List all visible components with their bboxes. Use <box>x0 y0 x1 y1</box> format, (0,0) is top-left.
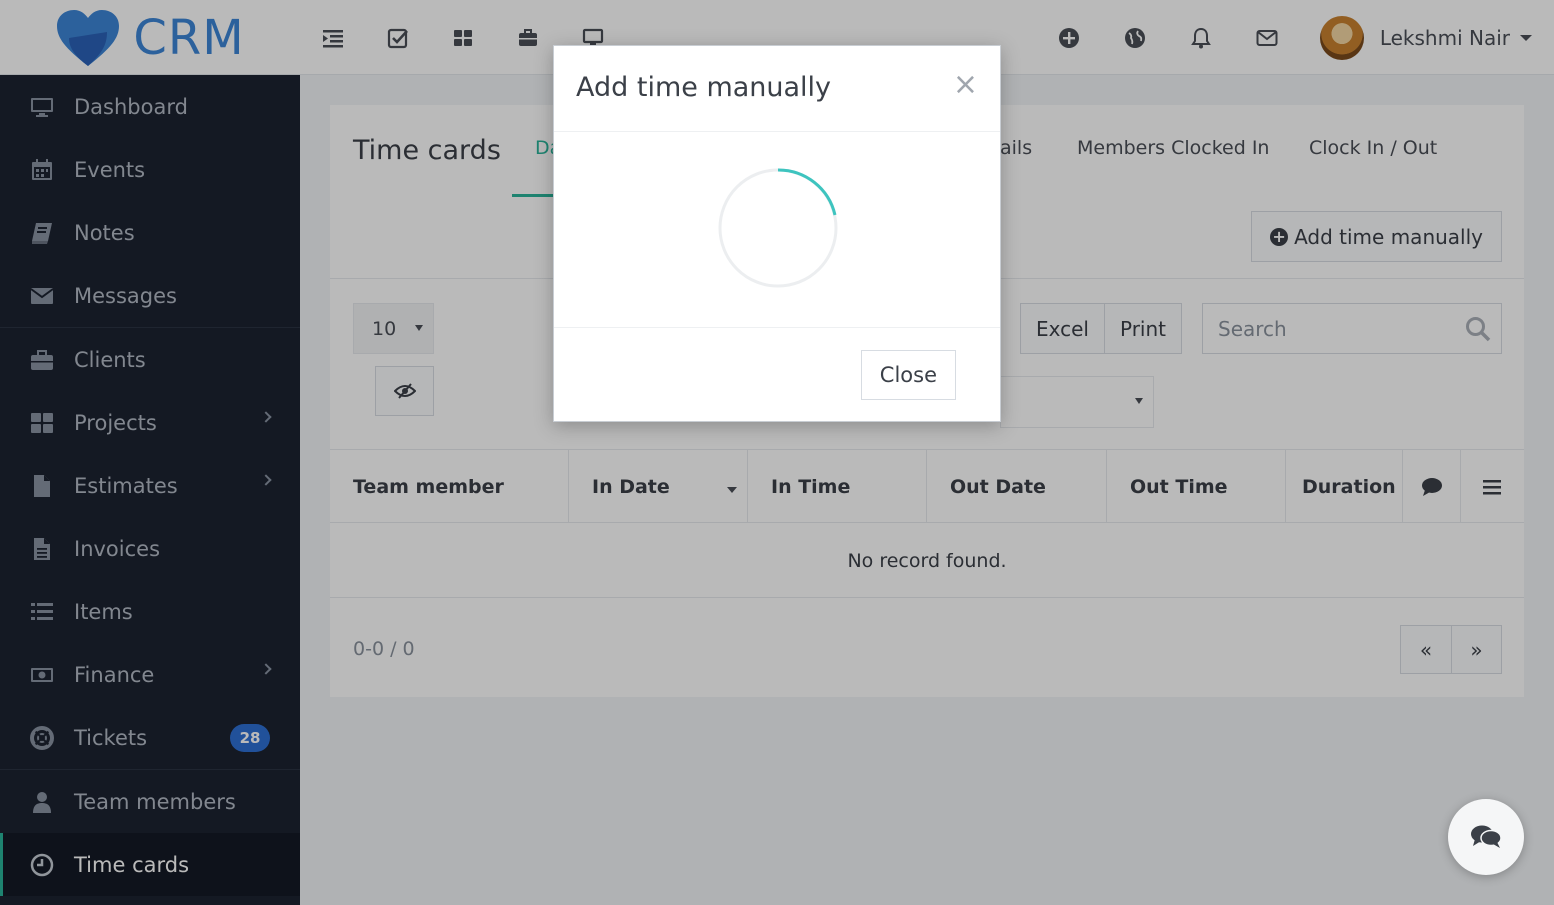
loading-spinner-icon <box>718 168 838 288</box>
close-icon[interactable]: × <box>953 70 978 100</box>
modal-footer: Close <box>554 328 1000 422</box>
modal-header: Add time manually × <box>554 46 1000 132</box>
add-time-modal: Add time manually × Close <box>553 45 1001 422</box>
chat-button[interactable] <box>1448 799 1524 875</box>
close-button[interactable]: Close <box>860 350 956 400</box>
modal-title: Add time manually <box>576 72 832 103</box>
modal-body <box>554 132 1000 328</box>
chat-bubbles-icon <box>1471 825 1502 848</box>
